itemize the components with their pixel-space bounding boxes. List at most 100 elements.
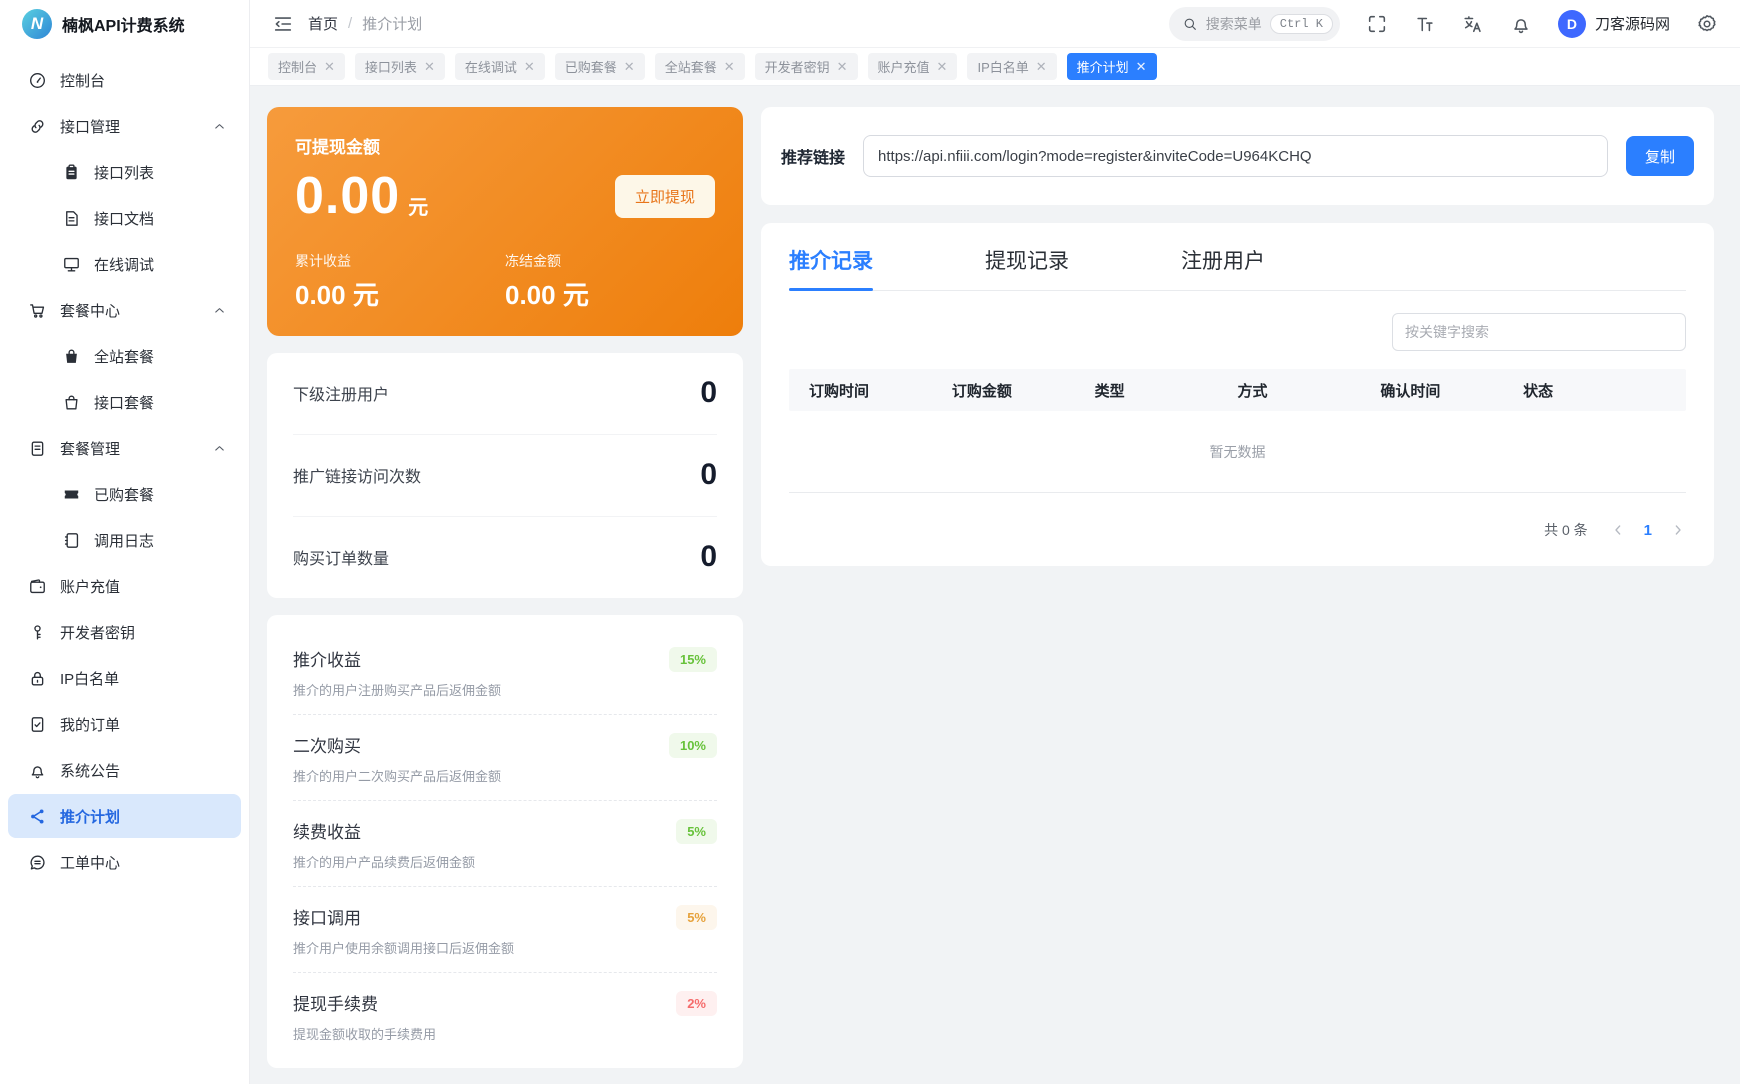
close-icon[interactable]: ✕ [1036, 60, 1047, 73]
sidebar-item-package-center[interactable]: 套餐中心 [8, 288, 241, 332]
sidebar-item-developer-keys[interactable]: 开发者密钥 [8, 610, 241, 654]
column-header-type: 类型 [1095, 380, 1238, 401]
copy-button[interactable]: 复制 [1626, 136, 1694, 176]
counter-purchase-orders: 购买订单数量 0 [293, 517, 717, 598]
sidebar-item-label: 接口列表 [94, 162, 227, 183]
tab-chip-site-packages[interactable]: 全站套餐✕ [655, 53, 745, 80]
chevron-up-icon [212, 303, 227, 318]
page-content: 可提现金额 0.00 元 立即提现 累计收益 0.00 元 冻结金额 0 [250, 86, 1740, 1084]
share-icon [28, 807, 47, 826]
sidebar-item-online-debug[interactable]: 在线调试 [8, 242, 241, 286]
close-icon[interactable]: ✕ [324, 60, 335, 73]
search-shortcut-badge: Ctrl K [1270, 14, 1333, 34]
stat-label: 累计收益 [295, 251, 505, 271]
sidebar-item-label: 全站套餐 [94, 346, 227, 367]
user-menu[interactable]: D 刀客源码网 [1558, 10, 1670, 38]
sidebar-item-api-docs[interactable]: 接口文档 [8, 196, 241, 240]
sidebar-item-ip-whitelist[interactable]: IP白名单 [8, 656, 241, 700]
app-window: N 楠枫API计费系统 控制台 接口管理 接口列表 接口文档 [0, 0, 1740, 1084]
breadcrumb-current: 推介计划 [362, 13, 422, 34]
notifications-bell-icon[interactable] [1510, 13, 1532, 35]
sidebar-item-purchased-packages[interactable]: 已购套餐 [8, 472, 241, 516]
rate-description: 提现金额收取的手续费用 [293, 1024, 676, 1043]
sidebar-item-api-management[interactable]: 接口管理 [8, 104, 241, 148]
sidebar-item-system-announcements[interactable]: 系统公告 [8, 748, 241, 792]
tab-chip-ip-whitelist[interactable]: IP白名单✕ [967, 53, 1056, 80]
sidebar-item-label: 套餐中心 [60, 300, 199, 321]
tab-chip-api-list[interactable]: 接口列表✕ [355, 53, 445, 80]
left-column: 可提现金额 0.00 元 立即提现 累计收益 0.00 元 冻结金额 0 [267, 107, 743, 1068]
referral-link-input[interactable] [863, 135, 1608, 177]
keyword-search-input[interactable] [1392, 313, 1686, 351]
rate-info: 续费收益 推介的用户产品续费后返佣金额 [293, 818, 676, 871]
tab-referral-records[interactable]: 推介记录 [789, 245, 873, 290]
counter-value: 0 [700, 376, 717, 410]
sidebar-item-account-recharge[interactable]: 账户充值 [8, 564, 241, 608]
referral-link-label: 推荐链接 [781, 144, 845, 168]
font-size-icon[interactable] [1414, 13, 1436, 35]
brand[interactable]: N 楠枫API计费系统 [0, 0, 249, 48]
column-header-order-amount: 订购金额 [952, 380, 1095, 401]
tab-chip-purchased-packages[interactable]: 已购套餐 ✕ [555, 53, 645, 80]
bell-icon [28, 761, 47, 780]
close-icon[interactable]: ✕ [724, 60, 735, 73]
translate-icon[interactable] [1462, 13, 1484, 35]
sidebar-item-my-orders[interactable]: 我的订单 [8, 702, 241, 746]
sidebar: N 楠枫API计费系统 控制台 接口管理 接口列表 接口文档 [0, 0, 250, 1084]
lock-icon [28, 669, 47, 688]
bag-filled-icon [62, 347, 81, 366]
sidebar-item-referral-program[interactable]: 推介计划 [8, 794, 241, 838]
close-icon[interactable]: ✕ [524, 60, 535, 73]
tab-chip-account-recharge[interactable]: 账户充值✕ [868, 53, 958, 80]
rate-info: 提现手续费 提现金额收取的手续费用 [293, 990, 676, 1043]
withdraw-now-button[interactable]: 立即提现 [615, 175, 715, 218]
collapse-sidebar-icon[interactable] [272, 13, 294, 35]
withdrawable-balance-card: 可提现金额 0.00 元 立即提现 累计收益 0.00 元 冻结金额 0 [267, 107, 743, 336]
fullscreen-icon[interactable] [1366, 13, 1388, 35]
tab-chip-online-debug[interactable]: 在线调试 ✕ [455, 53, 545, 80]
sidebar-item-label: 账户充值 [60, 576, 227, 597]
tab-chip-developer-keys[interactable]: 开发者密钥✕ [755, 53, 858, 80]
username: 刀客源码网 [1595, 13, 1670, 34]
close-icon[interactable]: ✕ [1136, 60, 1147, 73]
sidebar-item-site-packages[interactable]: 全站套餐 [8, 334, 241, 378]
sidebar-item-package-management[interactable]: 套餐管理 [8, 426, 241, 470]
counter-label: 推广链接访问次数 [293, 463, 421, 487]
records-tabs: 推介记录 提现记录 注册用户 [789, 245, 1686, 291]
tab-chip-referral-program[interactable]: 推介计划✕ [1067, 53, 1157, 80]
accumulated-earnings: 累计收益 0.00 元 [295, 251, 505, 312]
sidebar-item-api-packages[interactable]: 接口套餐 [8, 380, 241, 424]
sidebar-item-ticket-center[interactable]: 工单中心 [8, 840, 241, 884]
close-icon[interactable]: ✕ [624, 60, 635, 73]
sidebar-item-call-logs[interactable]: 调用日志 [8, 518, 241, 562]
menu-search-button[interactable]: 搜索菜单 Ctrl K [1169, 7, 1340, 41]
rate-badge: 2% [676, 991, 717, 1016]
sidebar-item-label: 我的订单 [60, 714, 227, 735]
sidebar-menu: 控制台 接口管理 接口列表 接口文档 在线调试 套餐中心 [0, 48, 249, 896]
previous-page-icon[interactable] [1610, 522, 1626, 538]
sidebar-item-label: 套餐管理 [60, 438, 199, 459]
tab-registered-users[interactable]: 注册用户 [1181, 245, 1265, 290]
next-page-icon[interactable] [1670, 522, 1686, 538]
cart-icon [28, 301, 47, 320]
tab-chip-label: 已购套餐 [565, 57, 617, 76]
close-icon[interactable]: ✕ [937, 60, 948, 73]
breadcrumb-home[interactable]: 首页 [308, 13, 338, 34]
sidebar-item-dashboard[interactable]: 控制台 [8, 58, 241, 102]
close-icon[interactable]: ✕ [837, 60, 848, 73]
rate-renewal-earnings: 续费收益 推介的用户产品续费后返佣金额 5% [293, 801, 717, 887]
tab-chip-label: 在线调试 [465, 57, 517, 76]
sidebar-item-api-list[interactable]: 接口列表 [8, 150, 241, 194]
open-tabs-bar: 控制台✕ 接口列表✕ 在线调试 ✕ 已购套餐 ✕ 全站套餐✕ 开发者密钥✕ 账户充值… [250, 48, 1740, 86]
order-check-icon [28, 715, 47, 734]
file-list-icon [28, 439, 47, 458]
stat-label: 冻结金额 [505, 251, 715, 271]
rate-title: 推介收益 [293, 646, 669, 671]
tab-withdrawal-records[interactable]: 提现记录 [985, 245, 1069, 290]
keyword-search-row [789, 313, 1686, 351]
close-icon[interactable]: ✕ [424, 60, 435, 73]
page-number[interactable]: 1 [1640, 522, 1656, 539]
tab-chip-dashboard[interactable]: 控制台✕ [268, 53, 345, 80]
chat-icon [28, 853, 47, 872]
settings-gear-icon[interactable] [1696, 13, 1718, 35]
